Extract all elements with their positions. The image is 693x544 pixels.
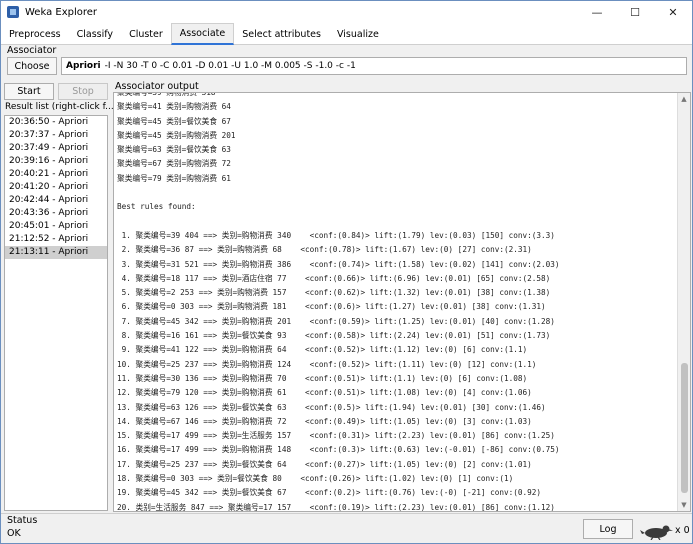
output-line: 11. 聚类编号=30 136 ==> 类别=购物消费 70 <conf:(0.… bbox=[117, 373, 528, 383]
algorithm-options: -I -N 30 -T 0 -C 0.01 -D 0.01 -U 1.0 -M … bbox=[104, 61, 356, 71]
output-line: 1. 聚类编号=39 404 ==> 类别=购物消费 340 <conf:(0.… bbox=[117, 230, 555, 240]
status-label: Status bbox=[7, 515, 38, 526]
output-line: 20. 类别=生活服务 847 ==> 聚类编号=17 157 <conf:(0… bbox=[117, 502, 555, 512]
start-button[interactable]: Start bbox=[4, 83, 54, 100]
weka-explorer-window: Weka Explorer — ☐ ✕ Preprocess Classify … bbox=[0, 0, 693, 544]
stop-button[interactable]: Stop bbox=[58, 83, 108, 100]
left-panel: Start Stop Result list (right-click f...… bbox=[4, 81, 114, 511]
associator-output-panel: 聚类编号=39 购物消费 318 聚类编号=41 类别=购物消费 64 聚类编号=4… bbox=[113, 92, 691, 512]
output-line: 2. 聚类编号=36 87 ==> 类别=购物消费 68 <conf:(0.78… bbox=[117, 245, 532, 255]
tab-visualize[interactable]: Visualize bbox=[329, 23, 387, 45]
result-list-label: Result list (right-click f... bbox=[5, 102, 114, 112]
tab-preprocess[interactable]: Preprocess bbox=[1, 23, 69, 45]
output-line: 9. 聚类编号=41 122 ==> 类别=购物消费 64 <conf:(0.5… bbox=[117, 345, 528, 355]
output-line: Best rules found: bbox=[117, 202, 196, 212]
output-line: 17. 聚类编号=25 237 ==> 类别=餐饮美食 64 <conf:(0.… bbox=[117, 459, 532, 469]
output-line: 19. 聚类编号=45 342 ==> 类别=餐饮美食 67 <conf:(0.… bbox=[117, 488, 541, 498]
output-line: 8. 聚类编号=16 161 ==> 类别=餐饮美食 93 <conf:(0.5… bbox=[117, 331, 551, 341]
output-line: 15. 聚类编号=17 499 ==> 类别=生活服务 157 <conf:(0… bbox=[117, 431, 555, 441]
log-button[interactable]: Log bbox=[583, 519, 633, 539]
output-line: 聚类编号=45 类别=购物消费 201 bbox=[117, 130, 236, 140]
associator-config-row: Choose Apriori -I -N 30 -T 0 -C 0.01 -D … bbox=[7, 57, 687, 75]
output-line: 13. 聚类编号=63 126 ==> 类别=餐饮美食 63 <conf:(0.… bbox=[117, 402, 546, 412]
result-list-item[interactable]: 20:43:36 - Apriori bbox=[5, 207, 107, 220]
maximize-button[interactable]: ☐ bbox=[616, 1, 654, 23]
tab-select-attributes[interactable]: Select attributes bbox=[234, 23, 329, 45]
output-line: 18. 聚类编号=0 303 ==> 类别=餐饮美食 80 <conf:(0.2… bbox=[117, 474, 514, 484]
algorithm-name: Apriori bbox=[66, 61, 101, 71]
scroll-up-arrow-icon[interactable]: ▲ bbox=[678, 93, 690, 105]
result-list-item[interactable]: 21:13:11 - Apriori bbox=[5, 246, 107, 259]
result-list-item[interactable]: 20:41:20 - Apriori bbox=[5, 181, 107, 194]
scroll-down-arrow-icon[interactable]: ▼ bbox=[678, 499, 690, 511]
tab-classify[interactable]: Classify bbox=[69, 23, 121, 45]
output-line: 聚类编号=39 购物消费 318 bbox=[117, 92, 216, 97]
result-list-item[interactable]: 20:37:37 - Apriori bbox=[5, 129, 107, 142]
tab-cluster[interactable]: Cluster bbox=[121, 23, 171, 45]
associator-output-text: 聚类编号=39 购物消费 318 聚类编号=41 类别=购物消费 64 聚类编号=4… bbox=[117, 92, 675, 512]
result-list-item[interactable]: 21:12:52 - Apriori bbox=[5, 233, 107, 246]
task-count: x 0 bbox=[675, 525, 690, 536]
status-panel: Status OK Log x 0 bbox=[1, 513, 692, 544]
choose-button[interactable]: Choose bbox=[7, 57, 57, 75]
output-line: 聚类编号=67 类别=购物消费 72 bbox=[117, 159, 231, 169]
title-bar: Weka Explorer — ☐ ✕ bbox=[1, 1, 692, 23]
output-line: 4. 聚类编号=18 117 ==> 类别=酒店住宿 77 <conf:(0.6… bbox=[117, 273, 551, 283]
tab-bar: Preprocess Classify Cluster Associate Se… bbox=[1, 23, 692, 45]
weka-app-icon bbox=[7, 6, 19, 18]
output-line: 14. 聚类编号=67 146 ==> 类别=购物消费 72 <conf:(0.… bbox=[117, 416, 532, 426]
result-list-item[interactable]: 20:39:16 - Apriori bbox=[5, 155, 107, 168]
status-text: OK bbox=[7, 528, 21, 539]
associator-output-label: Associator output bbox=[115, 81, 199, 92]
output-line: 聚类编号=45 类别=餐饮美食 67 bbox=[117, 116, 231, 126]
output-line: 12. 聚类编号=79 120 ==> 类别=购物消费 61 <conf:(0.… bbox=[117, 388, 532, 398]
result-list-item[interactable]: 20:45:01 - Apriori bbox=[5, 220, 107, 233]
associator-config-field[interactable]: Apriori -I -N 30 -T 0 -C 0.01 -D 0.01 -U… bbox=[61, 57, 687, 75]
output-line: 10. 聚类编号=25 237 ==> 类别=购物消费 124 <conf:(0… bbox=[117, 359, 537, 369]
output-scrollbar[interactable]: ▲ ▼ bbox=[677, 93, 690, 511]
output-line: 聚类编号=63 类别=餐饮美食 63 bbox=[117, 145, 231, 155]
window-title: Weka Explorer bbox=[25, 6, 98, 18]
result-list-item[interactable]: 20:42:44 - Apriori bbox=[5, 194, 107, 207]
output-line: 16. 聚类编号=17 499 ==> 类别=购物消费 148 <conf:(0… bbox=[117, 445, 560, 455]
weka-bird-icon[interactable] bbox=[639, 522, 673, 540]
tab-associate[interactable]: Associate bbox=[170, 23, 235, 45]
output-line: 聚类编号=79 类别=购物消费 61 bbox=[117, 173, 231, 183]
output-line: 7. 聚类编号=45 342 ==> 类别=购物消费 201 <conf:(0.… bbox=[117, 316, 555, 326]
output-line: 3. 聚类编号=31 521 ==> 类别=购物消费 386 <conf:(0.… bbox=[117, 259, 560, 269]
close-button[interactable]: ✕ bbox=[654, 1, 692, 23]
output-line: 6. 聚类编号=0 303 ==> 类别=购物消费 181 <conf:(0.6… bbox=[117, 302, 546, 312]
output-line: 5. 聚类编号=2 253 ==> 类别=购物消费 157 <conf:(0.6… bbox=[117, 288, 551, 298]
associator-section-label: Associator bbox=[7, 45, 57, 56]
output-line: 聚类编号=41 类别=购物消费 64 bbox=[117, 102, 231, 112]
result-list-item[interactable]: 20:40:21 - Apriori bbox=[5, 168, 107, 181]
result-list[interactable]: 20:36:50 - Apriori 20:37:37 - Apriori 20:3… bbox=[4, 115, 108, 511]
minimize-button[interactable]: — bbox=[578, 1, 616, 23]
result-list-item[interactable]: 20:37:49 - Apriori bbox=[5, 142, 107, 155]
result-list-item[interactable]: 20:36:50 - Apriori bbox=[5, 116, 107, 129]
scrollbar-thumb[interactable] bbox=[681, 363, 688, 493]
